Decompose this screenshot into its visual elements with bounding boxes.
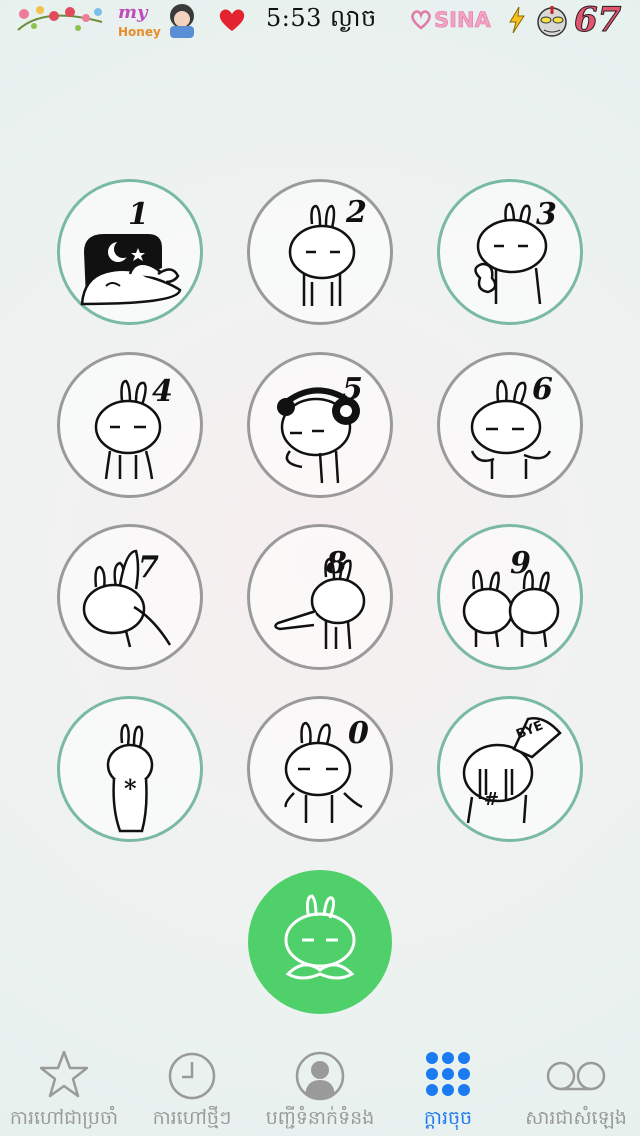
key-star-digit: * — [124, 774, 137, 803]
shrugging-bunny-icon — [284, 721, 363, 823]
voicemail-icon — [545, 1048, 607, 1104]
key-4[interactable]: 4 — [57, 352, 203, 498]
tab-favorites-label: ការហៅជាប្រចាំ — [9, 1107, 119, 1129]
tab-bar: ការហៅជាប្រចាំ ការហៅថ្មីៗ បញ្ជីទំនាក់ទំនង — [0, 1036, 640, 1136]
key-5-digit: 5 — [342, 372, 363, 407]
key-6[interactable]: 6 — [437, 352, 583, 498]
clock-icon — [167, 1048, 217, 1104]
key-9[interactable]: 9 — [437, 524, 583, 670]
key-2[interactable]: 2 — [247, 179, 393, 325]
tab-recents-label: ការហៅថ្មីៗ — [152, 1107, 232, 1129]
key-7-digit: 7 — [138, 550, 159, 585]
key-8-digit: 8 — [326, 546, 347, 581]
key-1[interactable]: 1 — [57, 179, 203, 325]
tab-contacts[interactable]: បញ្ជីទំនាក់ទំនង — [256, 1036, 384, 1136]
looking-away-bunny-icon — [82, 549, 172, 648]
key-0[interactable]: 0 — [247, 696, 393, 842]
tab-contacts-label: បញ្ជីទំនាក់ទំនង — [265, 1107, 375, 1129]
keypad-icon — [423, 1048, 473, 1104]
dial-keypad: 1 2 3 4 5 6 7 8 9 * 0 BYE # — [0, 0, 640, 860]
star-icon — [39, 1048, 89, 1104]
tab-keypad-label: ក្ដារចុច — [423, 1107, 473, 1129]
standing-bunny-icon — [288, 204, 356, 306]
thinking-bunny-icon — [474, 202, 548, 305]
sitting-bunny-icon — [94, 379, 162, 480]
key-hash[interactable]: BYE # — [437, 696, 583, 842]
key-0-digit: 0 — [348, 716, 369, 751]
key-hash-digit: # — [484, 789, 500, 810]
key-2-digit: 2 — [346, 195, 367, 230]
bunny-call-icon — [284, 894, 356, 980]
key-7[interactable]: 7 — [57, 524, 203, 670]
tab-voicemail-label: សារជាសំឡេង — [525, 1107, 627, 1129]
key-3[interactable]: 3 — [437, 179, 583, 325]
tab-voicemail[interactable]: សារជាសំឡេង — [512, 1036, 640, 1136]
crying-bunny-bye-icon — [462, 717, 562, 824]
headphones-bunny-icon — [277, 387, 360, 484]
call-button[interactable] — [248, 870, 392, 1014]
tab-favorites[interactable]: ការហៅជាប្រចាំ — [0, 1036, 128, 1136]
key-3-digit: 3 — [536, 197, 557, 232]
pointing-bunny-icon — [274, 557, 366, 650]
back-bunny-star-icon — [106, 723, 154, 833]
shy-bunny-icon — [470, 379, 552, 479]
key-6-digit: 6 — [532, 372, 553, 407]
tab-recents[interactable]: ការហៅថ្មីៗ — [128, 1036, 256, 1136]
key-1-digit: 1 — [128, 197, 149, 232]
contact-icon — [295, 1048, 345, 1104]
key-star[interactable]: * — [57, 696, 203, 842]
key-9-digit: 9 — [510, 546, 531, 581]
key-5[interactable]: 5 — [247, 352, 393, 498]
key-4-digit: 4 — [152, 374, 173, 409]
tab-keypad[interactable]: ក្ដារចុច — [384, 1036, 512, 1136]
key-8[interactable]: 8 — [247, 524, 393, 670]
